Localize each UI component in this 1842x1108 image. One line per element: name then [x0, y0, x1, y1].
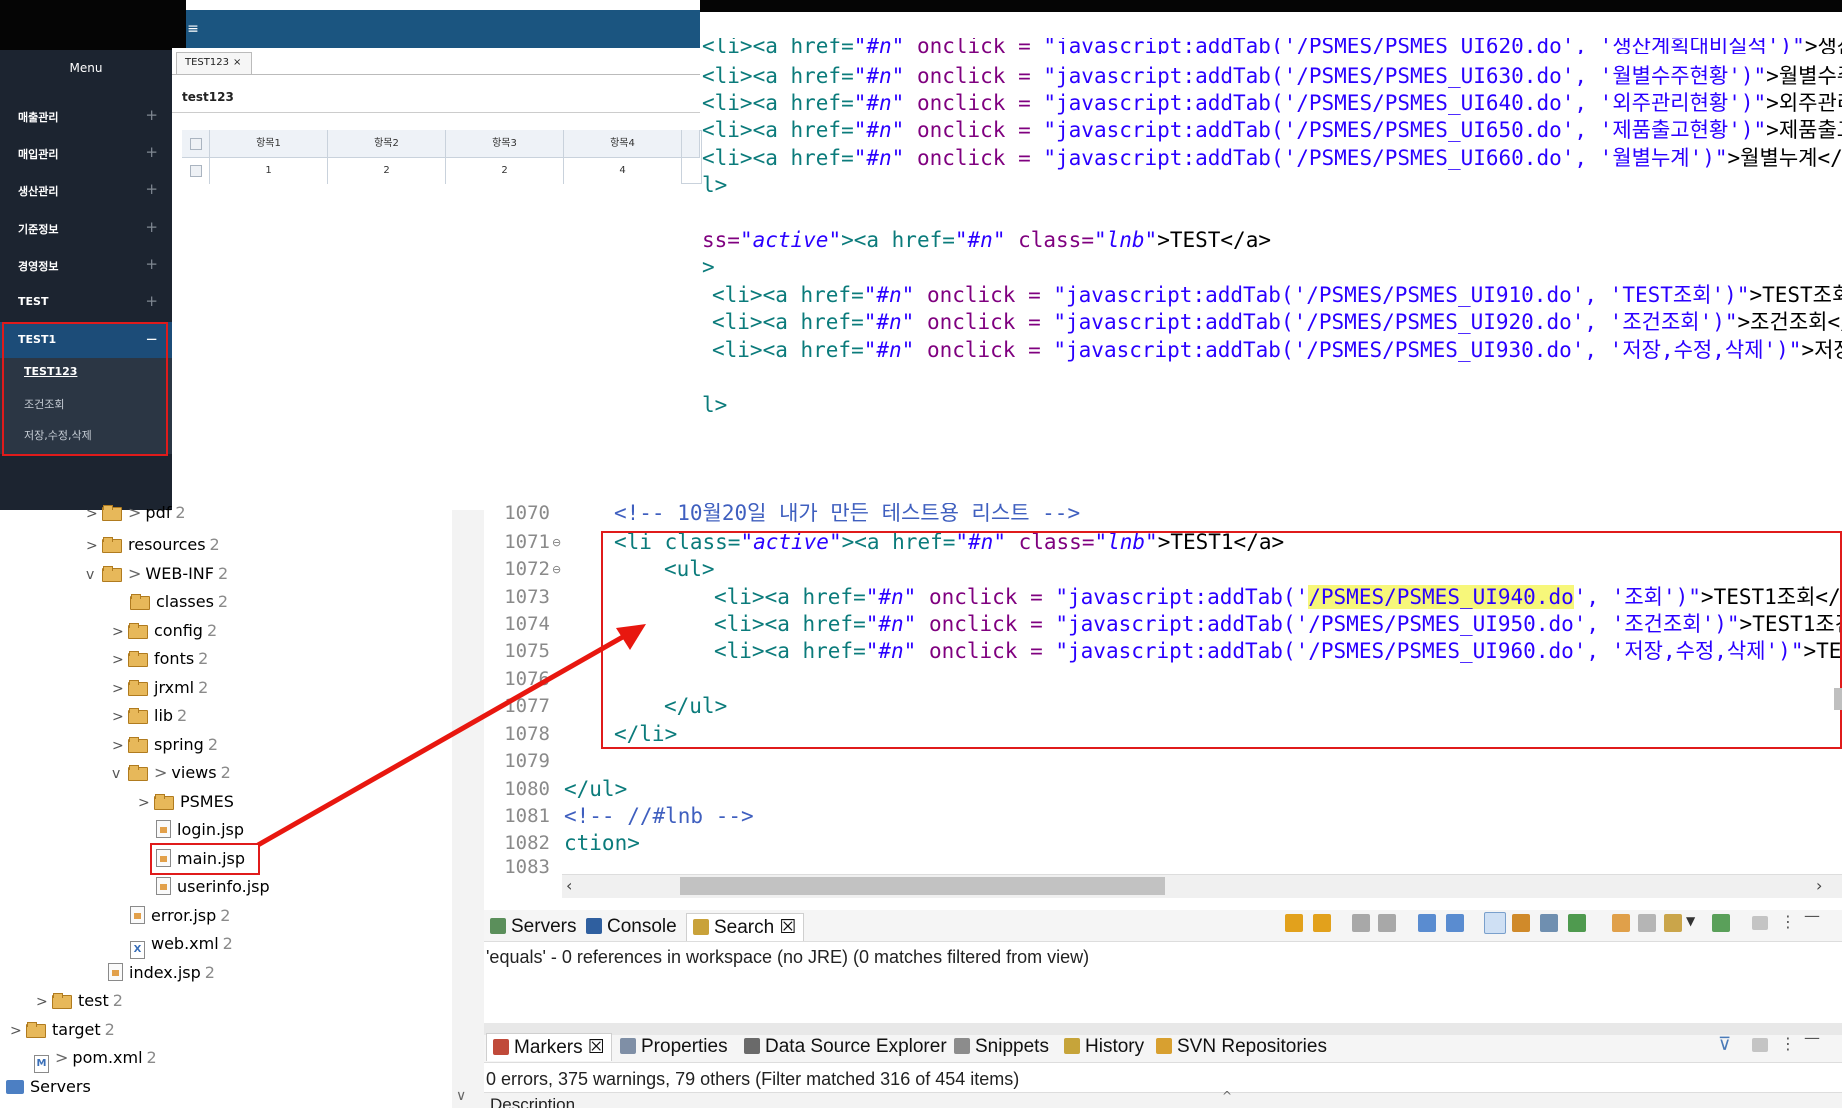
annotation-arrow-line [256, 631, 630, 848]
annotation-arrow [256, 624, 646, 848]
